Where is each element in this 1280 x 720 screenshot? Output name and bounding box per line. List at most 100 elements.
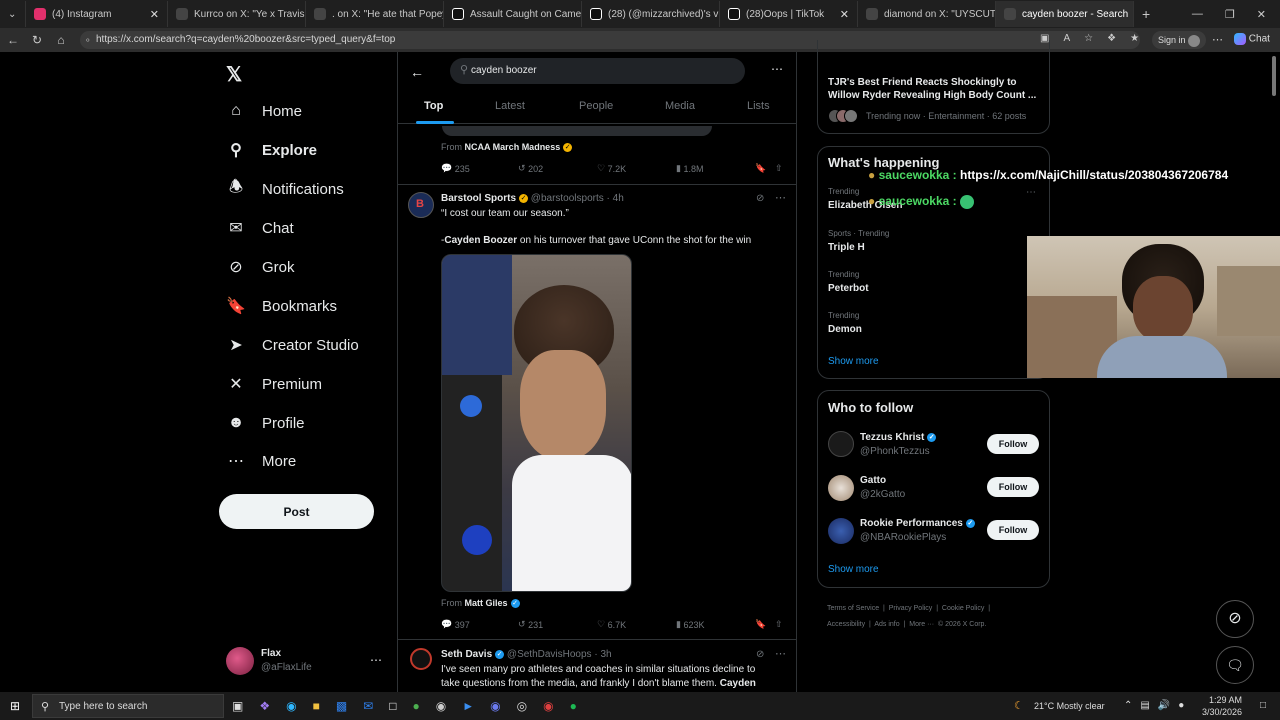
clock-date[interactable]: 3/30/2026	[1196, 707, 1242, 717]
author-handle[interactable]: @barstoolsports	[531, 193, 604, 204]
tweet-more-icon[interactable]: ⋯	[775, 647, 786, 660]
tab-people[interactable]: People	[579, 100, 613, 112]
more-menu-icon[interactable]: ⋯	[1212, 33, 1223, 46]
avatar[interactable]	[410, 648, 432, 670]
copilot-app-icon[interactable]: ❖	[259, 699, 270, 713]
document-icon[interactable]: □	[389, 699, 396, 713]
views-button[interactable]: ▮ 623K	[676, 619, 705, 630]
tweet-media-video[interactable]	[441, 254, 632, 592]
sign-in-button[interactable]: Sign in	[1152, 31, 1207, 49]
x-logo-icon[interactable]: 𝕏	[226, 62, 242, 87]
avatar[interactable]	[828, 475, 854, 501]
author-handle[interactable]: @SethDavisHoops	[507, 649, 592, 660]
news-headline[interactable]: TJR's Best Friend Reacts Shockingly to W…	[828, 76, 1038, 102]
notifications-center-icon[interactable]: □	[1260, 700, 1266, 711]
trend-item[interactable]: Demon	[828, 324, 862, 335]
nav-profile[interactable]: ☻ Profile	[226, 408, 305, 438]
bookmark-button[interactable]: 🔖	[755, 619, 766, 630]
store-icon[interactable]: ▩	[336, 699, 347, 713]
footer-link[interactable]: Cookie Policy	[942, 605, 984, 612]
close-icon[interactable]: ✕	[144, 8, 159, 21]
browser-tab[interactable]: Assault Caught on Camera: T✕	[444, 1, 582, 27]
show-more-link[interactable]: Show more	[828, 564, 879, 575]
follow-button[interactable]: Follow	[987, 434, 1039, 454]
spotify-icon[interactable]: ●	[570, 699, 577, 713]
edge-browser-icon[interactable]: ◉	[286, 699, 296, 713]
follow-button[interactable]: Follow	[987, 520, 1039, 540]
trend-more-icon[interactable]: ⋯	[1026, 187, 1036, 198]
steam-icon[interactable]: ◉	[436, 699, 446, 713]
search-input[interactable]: ⚲ cayden boozer	[450, 58, 745, 84]
obs-icon[interactable]: ◎	[517, 699, 527, 713]
refresh-icon[interactable]: ↻	[28, 31, 46, 49]
like-button[interactable]: ♡ 6.7K	[597, 619, 626, 630]
browser-tab[interactable]: . on X: "He ate that Popeyes✕	[306, 1, 444, 27]
browser-tab-active[interactable]: cayden boozer - Search✕	[996, 1, 1134, 27]
author-name[interactable]: Barstool Sports	[441, 193, 516, 204]
source-link[interactable]: Matt Giles	[465, 598, 508, 608]
network-icon[interactable]: ▤	[1140, 700, 1149, 711]
windows-start-icon[interactable]: ⊞	[10, 699, 20, 713]
browser-tab[interactable]: (28)Oops | TikTok ✕	[720, 1, 858, 27]
avatar[interactable]	[828, 431, 854, 457]
tweet-time[interactable]: 4h	[613, 193, 624, 204]
extensions-icon[interactable]: ❖	[1107, 33, 1116, 44]
avatar[interactable]	[828, 518, 854, 544]
scrollbar-thumb[interactable]	[1272, 56, 1276, 96]
app-icon[interactable]: ►	[462, 699, 474, 713]
views-button[interactable]: ▮ 1.8M	[676, 163, 703, 174]
tab-top[interactable]: Top	[424, 100, 443, 112]
share-button[interactable]: ⇧	[775, 163, 783, 174]
source-link[interactable]: NCAA March Madness	[465, 142, 561, 152]
author-name[interactable]: Seth Davis	[441, 649, 492, 660]
clock-time[interactable]: 1:29 AM	[1206, 695, 1242, 705]
read-aloud-icon[interactable]: A	[1063, 33, 1070, 44]
minimize-icon[interactable]: —	[1192, 8, 1203, 21]
file-explorer-icon[interactable]: ■	[313, 699, 320, 713]
xbox-icon[interactable]: ●	[413, 699, 420, 713]
browser-tab[interactable]: (4) Instagram ✕	[26, 1, 168, 27]
scrollbar[interactable]	[1271, 56, 1277, 686]
nav-grok[interactable]: ⊘ Grok	[226, 252, 294, 282]
messages-float-button[interactable]: 🗨	[1216, 646, 1254, 684]
trend-item[interactable]: Peterbot	[828, 283, 869, 294]
nav-chat[interactable]: ✉ Chat	[226, 213, 293, 243]
follow-user-name[interactable]: Tezzus Khrist ✓	[860, 432, 937, 443]
new-tab-button[interactable]: +	[1134, 1, 1158, 27]
back-icon[interactable]: ←	[4, 31, 22, 49]
follow-user-name[interactable]: Rookie Performances ✓	[860, 518, 975, 529]
account-more-icon[interactable]: ⋯	[370, 653, 382, 667]
task-view-icon[interactable]: ▣	[232, 699, 243, 713]
trend-item[interactable]: Triple H	[828, 242, 865, 253]
follow-user-name[interactable]: Gatto	[860, 475, 886, 486]
tweet-more-icon[interactable]: ⋯	[775, 191, 786, 204]
trending-news-card[interactable]: TJR's Best Friend Reacts Shockingly to W…	[817, 40, 1050, 134]
footer-link[interactable]: Terms of Service	[827, 605, 879, 612]
share-button[interactable]: ⇧	[775, 619, 783, 630]
nav-premium[interactable]: ✕ Premium	[226, 369, 322, 399]
retweet-button[interactable]: ↺ 231	[518, 619, 543, 630]
show-more-link[interactable]: Show more	[828, 356, 879, 367]
tab-media[interactable]: Media	[665, 100, 695, 112]
mail-app-icon[interactable]: ✉	[363, 699, 373, 713]
grok-float-button[interactable]: ⊘	[1216, 600, 1254, 638]
nav-notifications[interactable]: 🕭 Notifications	[226, 174, 344, 204]
nav-more[interactable]: ⋯ More	[226, 446, 296, 476]
tab-latest[interactable]: Latest	[495, 100, 525, 112]
tab-lists[interactable]: Lists	[747, 100, 770, 112]
restore-icon[interactable]: ❐	[1225, 8, 1235, 21]
nav-explore[interactable]: ⚲ Explore	[226, 135, 317, 165]
weather-text[interactable]: 21°C Mostly clear	[1034, 701, 1105, 711]
grok-icon[interactable]: ⊘	[756, 193, 764, 204]
avatar[interactable]: B	[408, 192, 434, 218]
browser-tab[interactable]: diamond on X: "UYSCUTIIIII✕	[858, 1, 996, 27]
nav-creator-studio[interactable]: ➤ Creator Studio	[226, 330, 358, 360]
browser-tab[interactable]: Kurrco on X: "Ye x Travis Sc✕	[168, 1, 306, 27]
footer-link[interactable]: Ads info	[874, 621, 899, 628]
retweet-button[interactable]: ↺ 202	[518, 163, 543, 174]
tab-list-button[interactable]: ⌄	[0, 1, 26, 27]
microphone-icon[interactable]: ●	[1178, 700, 1184, 711]
avatar[interactable]	[226, 647, 254, 675]
footer-link[interactable]: More ···	[909, 621, 934, 628]
chrome-icon[interactable]: ◉	[543, 699, 553, 713]
